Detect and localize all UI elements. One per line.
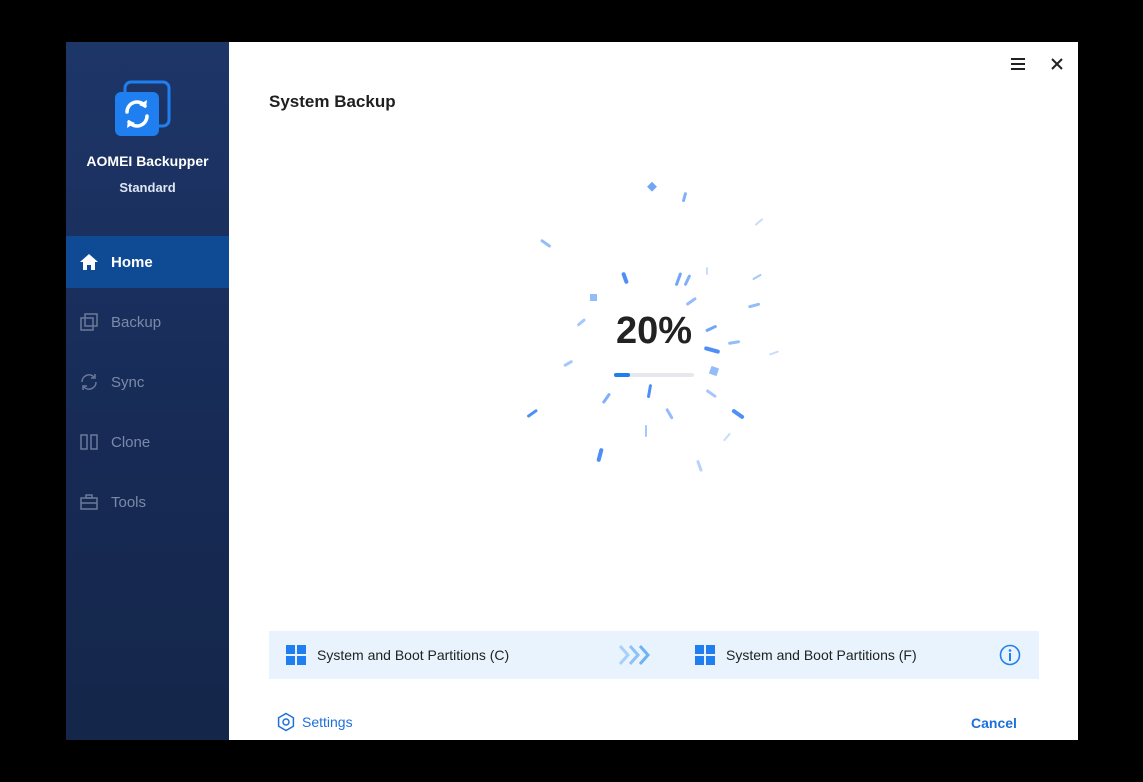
destination-partition-label: System and Boot Partitions (F) [726,647,917,663]
hamburger-menu-icon[interactable] [1006,52,1030,76]
windows-icon [695,645,715,665]
chevrons-right-icon [618,645,651,665]
sidebar-item-tools[interactable]: Tools [66,476,229,528]
tools-icon [78,491,100,513]
backup-route-bar: System and Boot Partitions (C) System an… [269,631,1039,679]
progress-bar-fill [614,373,630,377]
cancel-button[interactable]: Cancel [971,715,1017,731]
app-logo-icon [113,80,173,140]
gear-icon [277,712,295,732]
home-icon [78,251,100,273]
sidebar-item-sync[interactable]: Sync [66,356,229,408]
sidebar-item-label: Home [111,253,153,271]
settings-label: Settings [302,714,353,730]
destination-partition: System and Boot Partitions (F) [695,631,917,679]
info-icon[interactable] [999,644,1021,666]
app-edition: Standard [119,180,176,195]
close-icon[interactable] [1045,52,1069,76]
sidebar-item-label: Clone [111,433,151,451]
sidebar-item-label: Backup [111,313,162,331]
sidebar-item-backup[interactable]: Backup [66,296,229,348]
sidebar: AOMEI Backupper Standard Home Backup Syn… [66,42,229,740]
app-name: AOMEI Backupper [86,153,209,169]
settings-button[interactable]: Settings [276,712,353,732]
sidebar-item-clone[interactable]: Clone [66,416,229,468]
windows-icon [286,645,306,665]
page-title: System Backup [269,92,396,111]
sync-icon [78,371,100,393]
app-window: AOMEI Backupper Standard Home Backup Syn… [66,42,1078,740]
source-partition: System and Boot Partitions (C) [286,631,509,679]
clone-icon [78,431,100,453]
backup-icon [78,311,100,333]
progress-bar [614,373,694,377]
progress-percent: 20% [615,310,693,352]
source-partition-label: System and Boot Partitions (C) [317,647,510,663]
sidebar-item-label: Tools [111,493,147,511]
sidebar-item-label: Sync [111,373,145,391]
sidebar-item-home[interactable]: Home [66,236,229,288]
